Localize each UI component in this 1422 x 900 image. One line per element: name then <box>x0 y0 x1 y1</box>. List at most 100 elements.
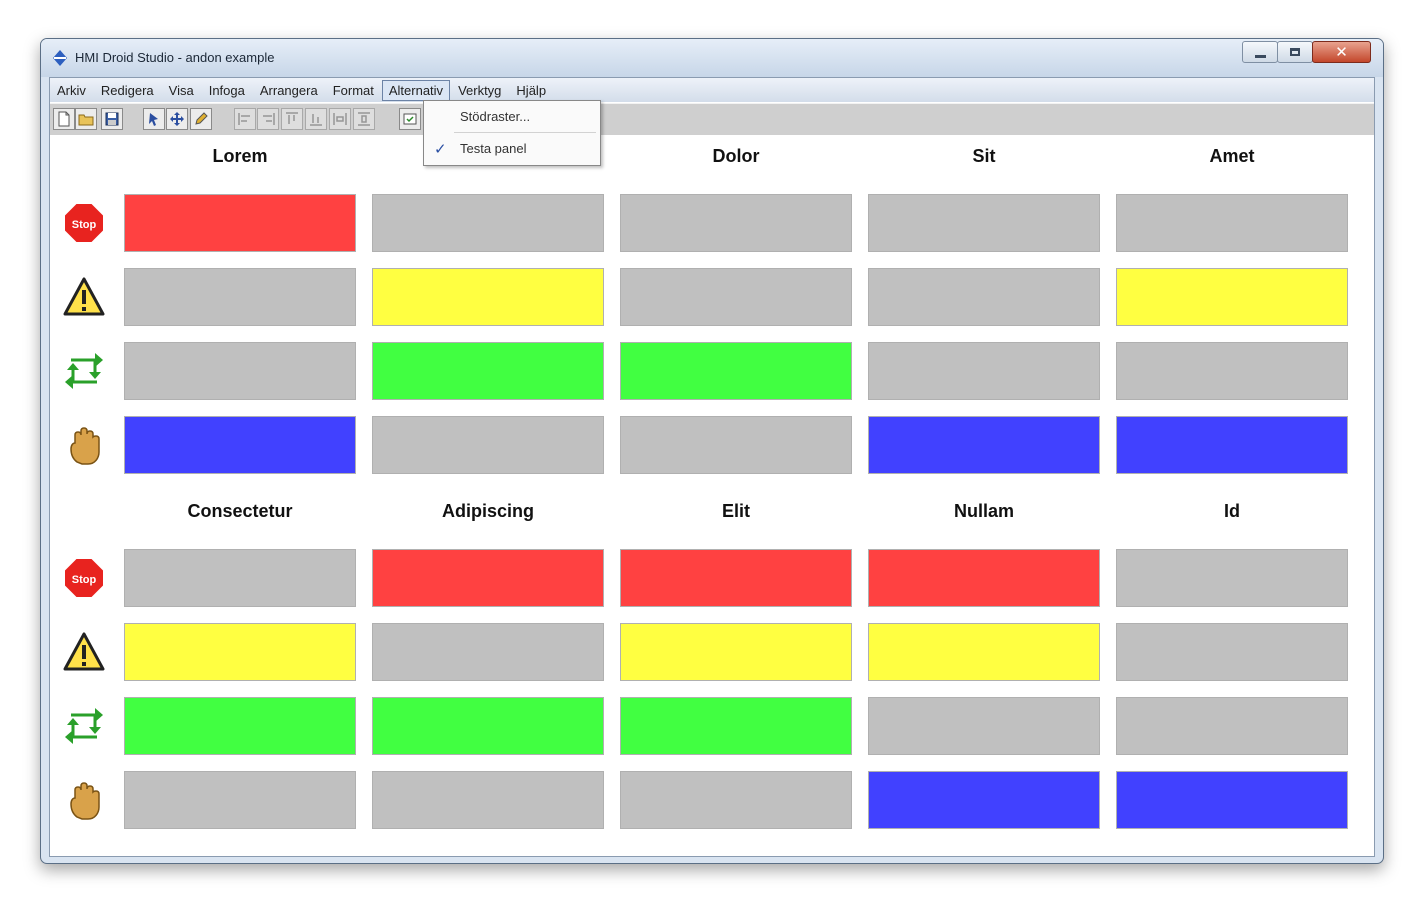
andon-indicator-warning-triangle-yellow[interactable] <box>620 623 852 681</box>
andon-panel: LoremIpsumDolorSitAmetStopConsecteturAdi… <box>50 135 1374 856</box>
andon-indicator-hand-blue[interactable] <box>868 771 1100 829</box>
select-tool-button[interactable] <box>143 108 165 130</box>
save-icon <box>105 112 119 126</box>
menu-arrangera[interactable]: Arrangera <box>253 80 325 101</box>
cycle-arrows-icon <box>65 353 103 389</box>
open-folder-button[interactable] <box>75 108 97 130</box>
menu-redigera[interactable]: Redigera <box>94 80 161 101</box>
distribute-horizontal-button[interactable] <box>329 108 351 130</box>
window-title: HMI Droid Studio - andon example <box>75 50 275 65</box>
align-right-icon <box>263 113 275 125</box>
andon-indicator-cycle-arrows-off[interactable] <box>124 342 356 400</box>
andon-indicator-hand-blue[interactable] <box>1116 416 1348 474</box>
menu-visa[interactable]: Visa <box>162 80 201 101</box>
toolbar <box>50 103 1374 136</box>
andon-indicator-cycle-arrows-green[interactable] <box>620 342 852 400</box>
menu-hjalp[interactable]: Hjälp <box>509 80 553 101</box>
column-header: Id <box>1224 501 1240 521</box>
andon-indicator-cycle-arrows-green[interactable] <box>372 697 604 755</box>
minimize-icon <box>1254 54 1266 58</box>
edit-tool-icon <box>195 112 208 125</box>
andon-indicator-stop-sign-red[interactable] <box>372 549 604 607</box>
menu-verktyg[interactable]: Verktyg <box>451 80 508 101</box>
svg-text:Stop: Stop <box>72 574 97 586</box>
minimize-button[interactable] <box>1242 41 1278 63</box>
andon-indicator-hand-off[interactable] <box>124 771 356 829</box>
andon-indicator-stop-sign-red[interactable] <box>868 549 1100 607</box>
column-header: Lorem <box>212 146 268 166</box>
andon-indicator-hand-off[interactable] <box>620 771 852 829</box>
new-document-button[interactable] <box>53 108 75 130</box>
andon-indicator-hand-off[interactable] <box>372 416 604 474</box>
andon-indicator-stop-sign-off[interactable] <box>1116 194 1348 252</box>
menu-item-stodraster[interactable]: Stödraster... <box>424 103 600 131</box>
align-bottom-icon <box>310 114 322 126</box>
hand-icon <box>70 427 100 465</box>
align-left-button[interactable] <box>234 108 256 130</box>
edit-tool-button[interactable] <box>190 108 212 130</box>
menu-infoga[interactable]: Infoga <box>202 80 252 101</box>
column-header: Consectetur <box>187 501 293 521</box>
column-header: Dolor <box>712 146 760 166</box>
stop-sign-icon: Stop <box>63 557 105 599</box>
andon-indicator-hand-blue[interactable] <box>868 416 1100 474</box>
move-tool-icon <box>170 112 184 126</box>
andon-indicator-stop-sign-off[interactable] <box>868 194 1100 252</box>
distribute-horizontal-icon <box>333 113 347 125</box>
stop-sign-icon: Stop <box>63 202 105 244</box>
title-bar[interactable]: HMI Droid Studio - andon example ✕ <box>41 39 1383 77</box>
cycle-arrows-icon <box>65 708 103 744</box>
andon-indicator-warning-triangle-off[interactable] <box>124 268 356 326</box>
andon-indicator-stop-sign-red[interactable] <box>620 549 852 607</box>
menu-format[interactable]: Format <box>326 80 381 101</box>
align-top-button[interactable] <box>281 108 303 130</box>
menu-alternativ[interactable]: Alternativ <box>381 79 451 101</box>
column-header: Adipiscing <box>441 501 534 521</box>
client-area: Arkiv Redigera Visa Infoga Arrangera Format Al… <box>49 77 1375 857</box>
align-bottom-button[interactable] <box>305 108 327 130</box>
maximize-button[interactable] <box>1277 41 1313 63</box>
open-folder-icon <box>78 114 94 126</box>
andon-indicator-hand-blue[interactable] <box>124 416 356 474</box>
menu-item-testa-panel-label: Testa panel <box>460 141 527 156</box>
andon-indicator-stop-sign-off[interactable] <box>1116 549 1348 607</box>
andon-indicator-cycle-arrows-off[interactable] <box>1116 342 1348 400</box>
andon-indicator-warning-triangle-off[interactable] <box>868 268 1100 326</box>
andon-indicator-cycle-arrows-off[interactable] <box>868 342 1100 400</box>
andon-indicator-cycle-arrows-green[interactable] <box>124 697 356 755</box>
andon-indicator-stop-sign-off[interactable] <box>372 194 604 252</box>
andon-indicator-cycle-arrows-off[interactable] <box>868 697 1100 755</box>
andon-indicator-stop-sign-red[interactable] <box>124 194 356 252</box>
andon-indicator-cycle-arrows-green[interactable] <box>372 342 604 400</box>
andon-indicator-warning-triangle-yellow[interactable] <box>124 623 356 681</box>
andon-indicator-warning-triangle-yellow[interactable] <box>372 268 604 326</box>
andon-indicator-cycle-arrows-off[interactable] <box>1116 697 1348 755</box>
menu-item-stodraster-label: Stödraster... <box>460 109 531 124</box>
warning-triangle-icon <box>63 277 105 316</box>
save-button[interactable] <box>101 108 123 130</box>
andon-indicator-warning-triangle-off[interactable] <box>620 268 852 326</box>
andon-indicator-warning-triangle-off[interactable] <box>372 623 604 681</box>
close-button[interactable]: ✕ <box>1312 41 1371 63</box>
align-right-button[interactable] <box>257 108 279 130</box>
menu-arkiv[interactable]: Arkiv <box>50 80 93 101</box>
andon-indicator-hand-off[interactable] <box>372 771 604 829</box>
andon-indicator-stop-sign-off[interactable] <box>124 549 356 607</box>
checkmark-icon: ✓ <box>434 141 447 158</box>
andon-indicator-cycle-arrows-green[interactable] <box>620 697 852 755</box>
distribute-vertical-button[interactable] <box>353 108 375 130</box>
distribute-vertical-icon <box>358 112 370 126</box>
column-header: Elit <box>721 501 750 521</box>
app-window: HMI Droid Studio - andon example ✕ Arkiv… <box>40 38 1384 864</box>
andon-indicator-stop-sign-off[interactable] <box>620 194 852 252</box>
new-document-icon <box>58 111 70 127</box>
move-tool-button[interactable] <box>166 108 188 130</box>
test-panel-button[interactable] <box>399 108 421 130</box>
menu-item-testa-panel[interactable]: ✓ Testa panel <box>424 135 600 163</box>
andon-indicator-hand-off[interactable] <box>620 416 852 474</box>
andon-indicator-warning-triangle-yellow[interactable] <box>1116 268 1348 326</box>
andon-indicator-warning-triangle-off[interactable] <box>1116 623 1348 681</box>
andon-indicator-hand-blue[interactable] <box>1116 771 1348 829</box>
andon-indicator-warning-triangle-yellow[interactable] <box>868 623 1100 681</box>
test-panel-icon <box>403 113 417 125</box>
